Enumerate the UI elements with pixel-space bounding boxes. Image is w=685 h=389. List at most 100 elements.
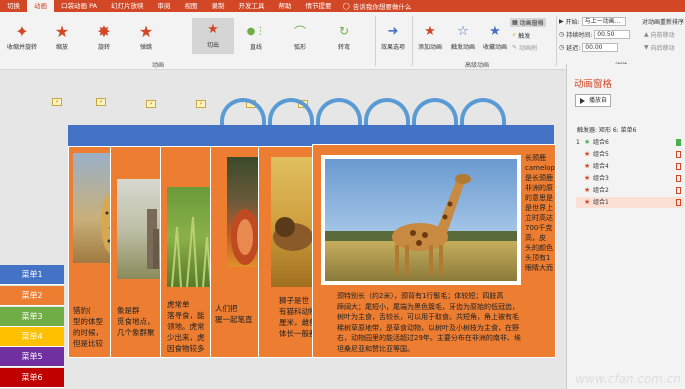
play-icon — [580, 98, 585, 104]
trigger-button[interactable]: ⚡ 触发 — [512, 31, 530, 40]
menu-button-5[interactable]: 菜单5 — [0, 347, 64, 367]
effect-options-button[interactable]: ➜ 效果选项 — [376, 20, 410, 52]
tab-pocket-animation[interactable]: 口袋动画 PA — [54, 0, 104, 12]
tab-help[interactable]: 帮助 — [272, 0, 299, 12]
ribbon: ✦ 收缩并旋转 ★ 缩放 ✸ 旋转 ★ 弹跳 ★ 切出 ●⋮ 直线 ⌒ 弧形 ↻… — [0, 12, 685, 70]
effect-spin[interactable]: ✸ 旋转 — [84, 20, 124, 52]
effect-label: 缩放 — [55, 44, 68, 51]
watermark: www.cfan.com.cn — [575, 372, 681, 386]
line-path-icon: ●⋮ — [246, 25, 266, 37]
tiger-photo — [167, 187, 215, 287]
animation-tag[interactable]: ⚡ — [96, 98, 106, 106]
effect-label: 弧形 — [293, 44, 306, 51]
pane-item-6[interactable]: ★ 组合1 — [576, 197, 684, 208]
lightbulb-icon: ◯ — [342, 2, 350, 10]
tell-me-text: 告诉我你想要做什么 — [352, 3, 412, 11]
brush-icon: ✎ — [512, 44, 518, 51]
card-side-caption: 长颈鹿 camelop 是长颈鹿 非洲的原 的意思是 是世界上 立时高达 700… — [525, 154, 555, 272]
animation-pane-button[interactable]: ▦ 动画窗格 — [510, 18, 546, 27]
effect-bounce[interactable]: ★ 弹跳 — [126, 20, 166, 52]
effect-turn[interactable]: ↻ 转弯 — [324, 20, 364, 51]
tab-slideshow[interactable]: 幻灯片放映 — [104, 0, 151, 12]
pane-item-1[interactable]: 1 ★ 组合6 — [576, 137, 684, 148]
move-later-label: 向后移动 — [650, 45, 675, 52]
cheetah-photo — [73, 153, 113, 263]
card-giraffe[interactable]: 长颈鹿 camelop 是长颈鹿 非洲的原 的意思是 是世界上 立时高达 700… — [312, 144, 556, 358]
effect-label: 切出 — [206, 42, 219, 49]
animation-tag[interactable]: ⚡ — [196, 100, 206, 108]
start-select[interactable]: 与上一动画... — [581, 17, 626, 26]
lion-photo — [271, 157, 317, 287]
timing-bar — [676, 163, 681, 170]
move-later-button[interactable]: ▼ 向后移动 — [644, 43, 675, 52]
card-elephant[interactable]: 象是群 觅食地点， 几个象群聚 — [110, 146, 166, 358]
start-label: 开始: — [565, 19, 580, 26]
pane-item-2[interactable]: ★ 组合5 — [576, 149, 684, 160]
clock-icon: ◷ — [559, 31, 565, 38]
menu-button-1[interactable]: 菜单1 — [0, 265, 64, 285]
tab-review[interactable]: 审阅 — [151, 0, 178, 12]
group-label-animation: 动画 — [152, 62, 165, 69]
ribbon-tabs: 切换 动画 口袋动画 PA 幻灯片放映 审阅 视图 录制 开发工具 帮助 情节提… — [0, 0, 685, 12]
card-lion[interactable]: 狮子是世 有猫科动物中 厘米，雌兽 体长一般都超 — [258, 146, 318, 358]
animation-brush-button[interactable]: ✎ 动画刷 — [512, 43, 537, 52]
turn-path-icon: ↻ — [338, 24, 350, 38]
card-cheetah[interactable]: 猎豹( 型的体型 的时候， 但是比较 — [68, 146, 116, 358]
menu-button-3[interactable]: 菜单3 — [0, 307, 64, 327]
tell-me-box[interactable]: ◯ 告诉我你想要做什么 — [343, 1, 412, 11]
move-earlier-label: 向前移动 — [650, 32, 675, 39]
effect-zoom[interactable]: ★ 缩放 — [42, 20, 82, 52]
star-icon: ★ — [489, 23, 501, 39]
pane-item-4[interactable]: ★ 组合3 — [576, 173, 684, 184]
delay-field[interactable]: ◷ 延迟: 00.00 — [559, 43, 619, 52]
item-number: 1 — [576, 139, 580, 146]
pane-icon: ▦ — [512, 19, 518, 26]
arc-path-icon: ⌒ — [293, 24, 306, 39]
elephant-illustration — [147, 209, 159, 269]
add-star-icon: ★ — [424, 23, 436, 39]
menu-button-4[interactable]: 菜单4 — [0, 327, 64, 347]
animation-tag[interactable]: ⚡ — [52, 98, 62, 106]
card-caption: 象是群 觅食地点， 几个象群聚 — [117, 306, 155, 337]
down-arrow-icon: ▼ — [644, 44, 649, 51]
tab-transitions[interactable]: 切换 — [0, 0, 27, 12]
play-label: 播放自 — [589, 97, 608, 104]
effect-line[interactable]: ●⋮ 直线 — [236, 20, 276, 52]
pane-item-5[interactable]: ★ 组合2 — [576, 185, 684, 196]
collect-animation-button[interactable]: ★ 收藏动画 — [478, 20, 512, 52]
star-icon: ★ — [207, 21, 219, 37]
effect-shrink-spin[interactable]: ✦ 收缩并旋转 — [2, 20, 42, 52]
play-from-button[interactable]: 播放自 — [575, 94, 611, 107]
effect-arc[interactable]: ⌒ 弧形 — [280, 20, 320, 52]
tab-storyboard[interactable]: 情节提要 — [299, 0, 339, 12]
card-tiger[interactable]: 虎常单 落寻食，能 领地。虎常 少出来，虎 因食物较多 — [160, 146, 216, 358]
effect-cut-out[interactable]: ★ 切出 — [192, 18, 234, 54]
tab-developer[interactable]: 开发工具 — [232, 0, 272, 12]
arrow-right-icon: ➜ — [387, 23, 399, 39]
animation-tag[interactable]: ⚡ — [146, 100, 156, 108]
reorder-label: 对动画重新排序 — [642, 19, 685, 26]
timing-bar — [676, 199, 681, 206]
duration-input[interactable]: 00.50 — [594, 30, 631, 39]
item-label: 组合4 — [593, 163, 609, 170]
pane-item-3[interactable]: ★ 组合4 — [576, 161, 684, 172]
timing-bar — [676, 139, 681, 146]
duration-field[interactable]: ◷ 持续时间: 00.50 — [559, 30, 631, 39]
star-icon: ☆ — [457, 23, 469, 39]
start-field[interactable]: ▶ 开始: 与上一动画... — [559, 17, 626, 26]
lightning-icon: ⚡ — [512, 32, 517, 39]
tab-view[interactable]: 视图 — [178, 0, 205, 12]
card-caption: 虎常单 落寻食，能 领地。虎常 少出来，虎 因食物较多 — [167, 300, 205, 353]
anim-pane-label: 动画窗格 — [519, 20, 544, 27]
tab-animations[interactable]: 动画 — [27, 0, 54, 12]
menu-button-2[interactable]: 菜单2 — [0, 286, 64, 306]
move-earlier-button[interactable]: ▲ 向前移动 — [644, 30, 675, 39]
item-label: 组合3 — [593, 175, 609, 182]
trigger-animation-label: 触发动画 — [450, 44, 475, 51]
add-animation-button[interactable]: ★ 添加动画 — [413, 20, 447, 52]
play-icon: ▶ — [559, 18, 564, 25]
delay-input[interactable]: 00.00 — [582, 43, 619, 52]
tab-record[interactable]: 录制 — [205, 0, 232, 12]
trigger-animation-button[interactable]: ☆ 触发动画 — [446, 20, 480, 52]
menu-button-6[interactable]: 菜单6 — [0, 368, 64, 388]
